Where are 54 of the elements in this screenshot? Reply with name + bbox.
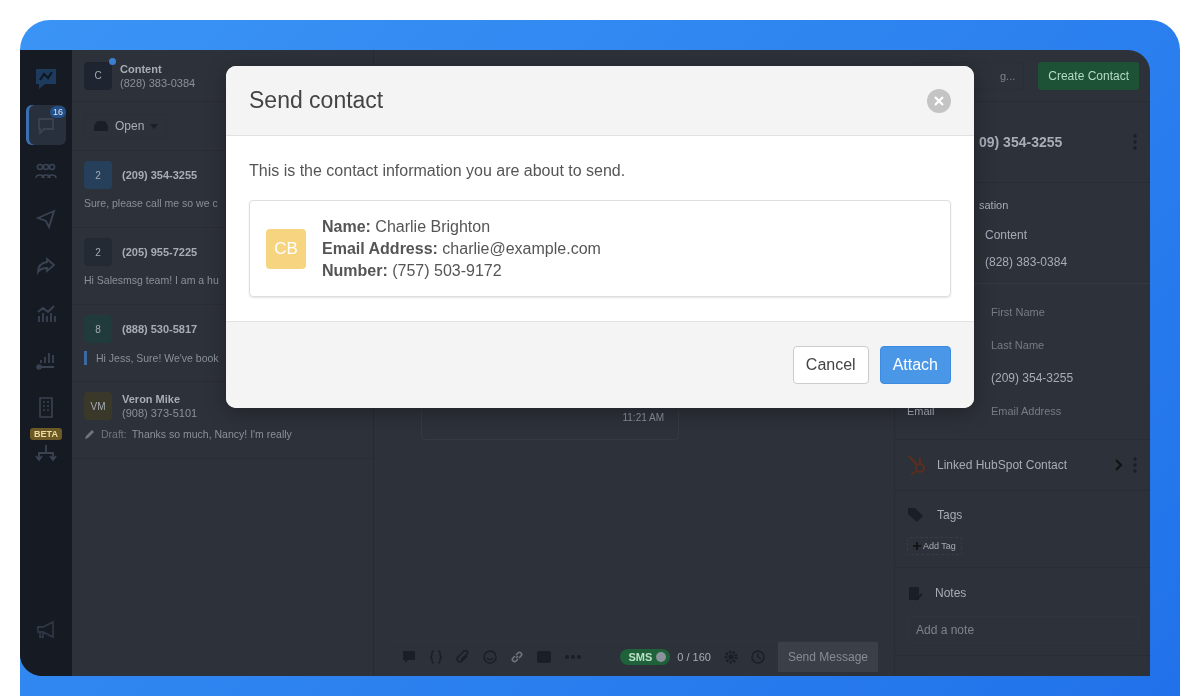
add-tag-button[interactable]: Add Tag: [907, 537, 962, 555]
conversation-title: (888) 530-5817: [122, 323, 198, 335]
draft-label: Draft:: [101, 428, 127, 440]
linked-contact-label: Linked HubSpot Contact: [937, 458, 1068, 472]
attach-button[interactable]: Attach: [879, 346, 951, 384]
field-value: (828) 383-0384: [985, 254, 1068, 269]
megaphone-icon[interactable]: [35, 620, 57, 640]
create-contact-button[interactable]: Create Contact: [1038, 61, 1139, 90]
pencil-icon: [84, 428, 96, 440]
conversation-avatar: 2: [84, 161, 112, 189]
hubspot-icon: [907, 454, 927, 476]
message-preview: Hi Jess, Sure! We've book: [96, 352, 219, 364]
message-preview: Sure, please call me so we c: [84, 197, 218, 209]
nav-item[interactable]: 16: [26, 105, 66, 145]
building-icon: [37, 396, 55, 418]
chevron-right-icon[interactable]: [1115, 459, 1123, 471]
message-preview: Hi Salesmsg team! I am a hu: [84, 274, 219, 286]
conversation-avatar: VM: [84, 392, 112, 420]
cancel-button[interactable]: Cancel: [792, 346, 869, 384]
close-button[interactable]: [927, 88, 951, 113]
field-value: Content: [985, 227, 1028, 242]
conversation-avatar: 2: [84, 238, 112, 266]
quote-bar: [84, 351, 87, 365]
section-label: sation: [979, 199, 1010, 211]
input-field[interactable]: Last Name: [991, 338, 1045, 351]
contact-phone: (828) 383-0384: [120, 76, 196, 89]
plus-icon: [913, 542, 921, 550]
flow-icon: [35, 444, 57, 464]
character-counter: 0 / 160: [677, 651, 711, 663]
conversation-title: Veron Mike: [122, 393, 182, 405]
beta-badge: BETA: [30, 428, 62, 440]
link-icon[interactable]: [510, 650, 524, 664]
input-field[interactable]: First Name: [991, 305, 1045, 318]
sms-toggle[interactable]: SMS: [620, 649, 671, 665]
conversation-title: (205) 955-7225: [122, 246, 198, 258]
notes-heading: Notes: [935, 586, 967, 600]
contact-title: 09) 354-3255: [979, 134, 1063, 150]
close-icon: [934, 95, 944, 106]
unread-badge: 16: [50, 106, 66, 118]
message-time: 11:21 AM: [622, 412, 664, 423]
paper-plane-icon: [35, 208, 57, 230]
contact-name: Content: [120, 62, 163, 75]
input-field[interactable]: (209) 354-3255: [991, 370, 1074, 385]
conversation-title: (209) 354-3255: [122, 169, 198, 181]
conversation-avatar: 8: [84, 315, 112, 343]
send-message-button[interactable]: Send Message: [777, 642, 878, 672]
tags-heading: Tags: [937, 508, 963, 522]
input-field[interactable]: Email Address: [991, 404, 1062, 417]
message-preview: Thanks so much, Nancy! I'm really: [131, 428, 292, 440]
share-arrow-icon: [35, 255, 57, 277]
contact-initials-avatar: CB: [266, 228, 306, 269]
modal-title: Send contact: [249, 87, 384, 114]
chart-icon: [35, 302, 57, 324]
conversation-phone: (908) 373-5101: [122, 407, 198, 419]
